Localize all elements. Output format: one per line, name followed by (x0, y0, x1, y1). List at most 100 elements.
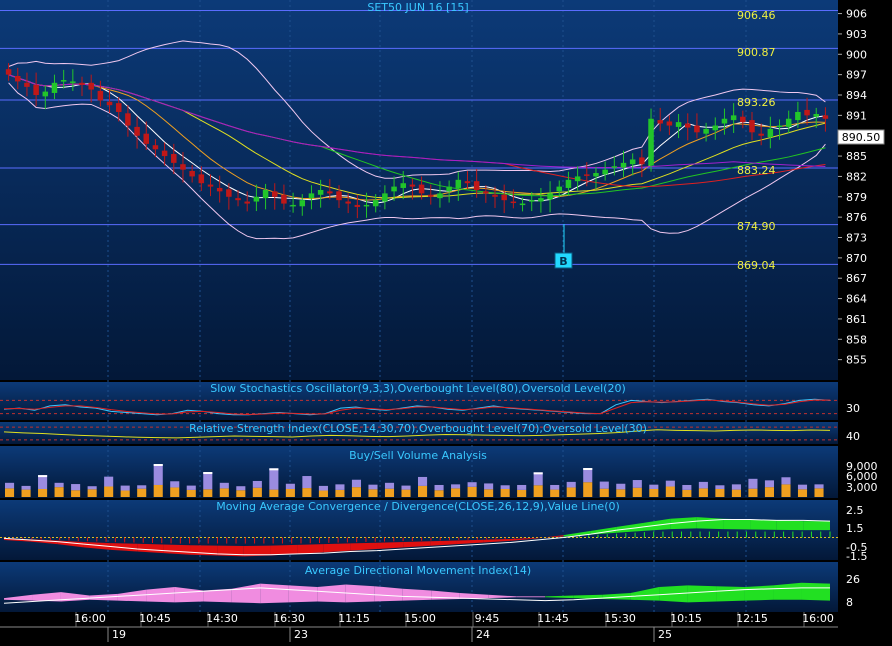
volume-bar-sell (599, 481, 609, 489)
candle-body (79, 82, 85, 85)
price-tick-label: 894 (846, 89, 867, 102)
volume-bar-sell (368, 484, 378, 490)
candle-body (290, 204, 296, 207)
candle-body (528, 200, 535, 202)
volume-bar-buy (797, 489, 808, 497)
level-label: 874.90 (737, 220, 776, 233)
volume-bar-sell (797, 484, 808, 490)
candle-body (134, 126, 140, 136)
stoch-tick: 30 (846, 402, 860, 415)
volume-bar-buy (533, 485, 543, 497)
volume-bar-sell (467, 482, 477, 487)
volume-bar-buy (665, 486, 675, 497)
candle-body (189, 171, 195, 177)
candle-body (15, 76, 21, 82)
volume-bar-buy (599, 488, 609, 497)
volume-bar-buy (203, 489, 213, 497)
candle-body (308, 193, 315, 199)
macd-tick: -1.5 (846, 550, 867, 563)
candle-body (226, 189, 232, 197)
volume-bar-buy (781, 484, 791, 497)
time-tick-label: 10:15 (670, 612, 702, 625)
volume-bar-buy (120, 490, 130, 497)
candle-body (271, 191, 278, 197)
macd-area (723, 518, 751, 530)
candle-body (483, 191, 489, 194)
adx-area (773, 582, 802, 600)
volume-bar-buy (5, 488, 15, 497)
price-tick-label: 870 (846, 252, 867, 265)
volume-bar-sell (616, 483, 626, 490)
volume-bar-sell (302, 476, 312, 489)
volume-bar-buy (649, 488, 659, 497)
chart-window: 9069039008978948918888858828798768738708… (0, 0, 892, 642)
candle-body (519, 203, 526, 206)
candle-body (666, 121, 673, 126)
adx-area (687, 585, 717, 603)
price-tick-label: 891 (846, 109, 867, 122)
candle-body (593, 173, 599, 177)
adx-area (516, 596, 546, 598)
volume-bar-sell (698, 481, 708, 489)
volume-bar-buy (351, 487, 362, 497)
candle-body (97, 90, 104, 101)
macd-area (696, 517, 724, 530)
volume-bar-buy (269, 489, 279, 497)
volume-bar-sell (54, 482, 64, 488)
price-tick-label: 897 (846, 69, 867, 82)
volume-tick: 3,000 (846, 481, 878, 494)
volume-bar-sell (451, 484, 461, 489)
level-label: 883.24 (737, 164, 776, 177)
candle-body (363, 204, 370, 207)
volume-bar-buy (170, 487, 180, 497)
day-label: 24 (476, 628, 490, 641)
volume-bar-cap (583, 468, 593, 471)
volume-bar-buy (302, 488, 312, 497)
candle-body (418, 184, 425, 194)
volume-bar-sell (583, 468, 593, 483)
candle-body (602, 169, 608, 175)
candle-body (538, 198, 544, 202)
adx-area (317, 584, 346, 603)
adx-area (374, 586, 403, 602)
candle-body (299, 200, 306, 207)
volume-bar-buy (236, 490, 246, 497)
volume-bar-sell (682, 484, 692, 490)
adx-area (288, 585, 318, 603)
time-tick-label: 12:15 (736, 612, 768, 625)
candle-body (33, 84, 39, 95)
candle-body (749, 120, 755, 133)
candle-body (565, 179, 572, 188)
price-tick-label: 903 (846, 28, 867, 41)
adx-area (744, 585, 774, 601)
macd-area (803, 521, 830, 531)
volume-bar-buy (451, 488, 461, 497)
volume-bar-buy (285, 488, 295, 497)
adx-title: Average Directional Movement Index(14) (305, 564, 531, 577)
volume-bar-sell (384, 482, 395, 489)
candle-body (216, 187, 223, 192)
time-tick-label: 15:30 (604, 612, 636, 625)
volume-bar-sell (434, 484, 444, 491)
price-tick-label: 867 (846, 272, 867, 285)
price-tick-label: 906 (846, 8, 867, 21)
volume-bar-sell (748, 478, 758, 489)
volume-bar-buy (467, 486, 477, 497)
volume-bar-sell (269, 468, 279, 490)
candle-body (391, 186, 397, 192)
volume-bar-buy (550, 489, 560, 497)
volume-bar-buy (731, 489, 741, 497)
candle-body (437, 193, 443, 199)
candle-body (70, 81, 76, 83)
candle-body (639, 157, 645, 165)
candle-body (372, 200, 379, 207)
adx-area (402, 588, 432, 601)
volume-bar-sell (500, 485, 510, 489)
current-price-label: 890.50 (842, 131, 881, 144)
candle-body (152, 145, 159, 150)
volume-bar-buy (682, 489, 692, 497)
volume-bar-sell (351, 479, 362, 488)
volume-bar-sell (71, 484, 81, 491)
price-tick-label: 861 (846, 313, 867, 326)
macd-area (163, 544, 191, 555)
